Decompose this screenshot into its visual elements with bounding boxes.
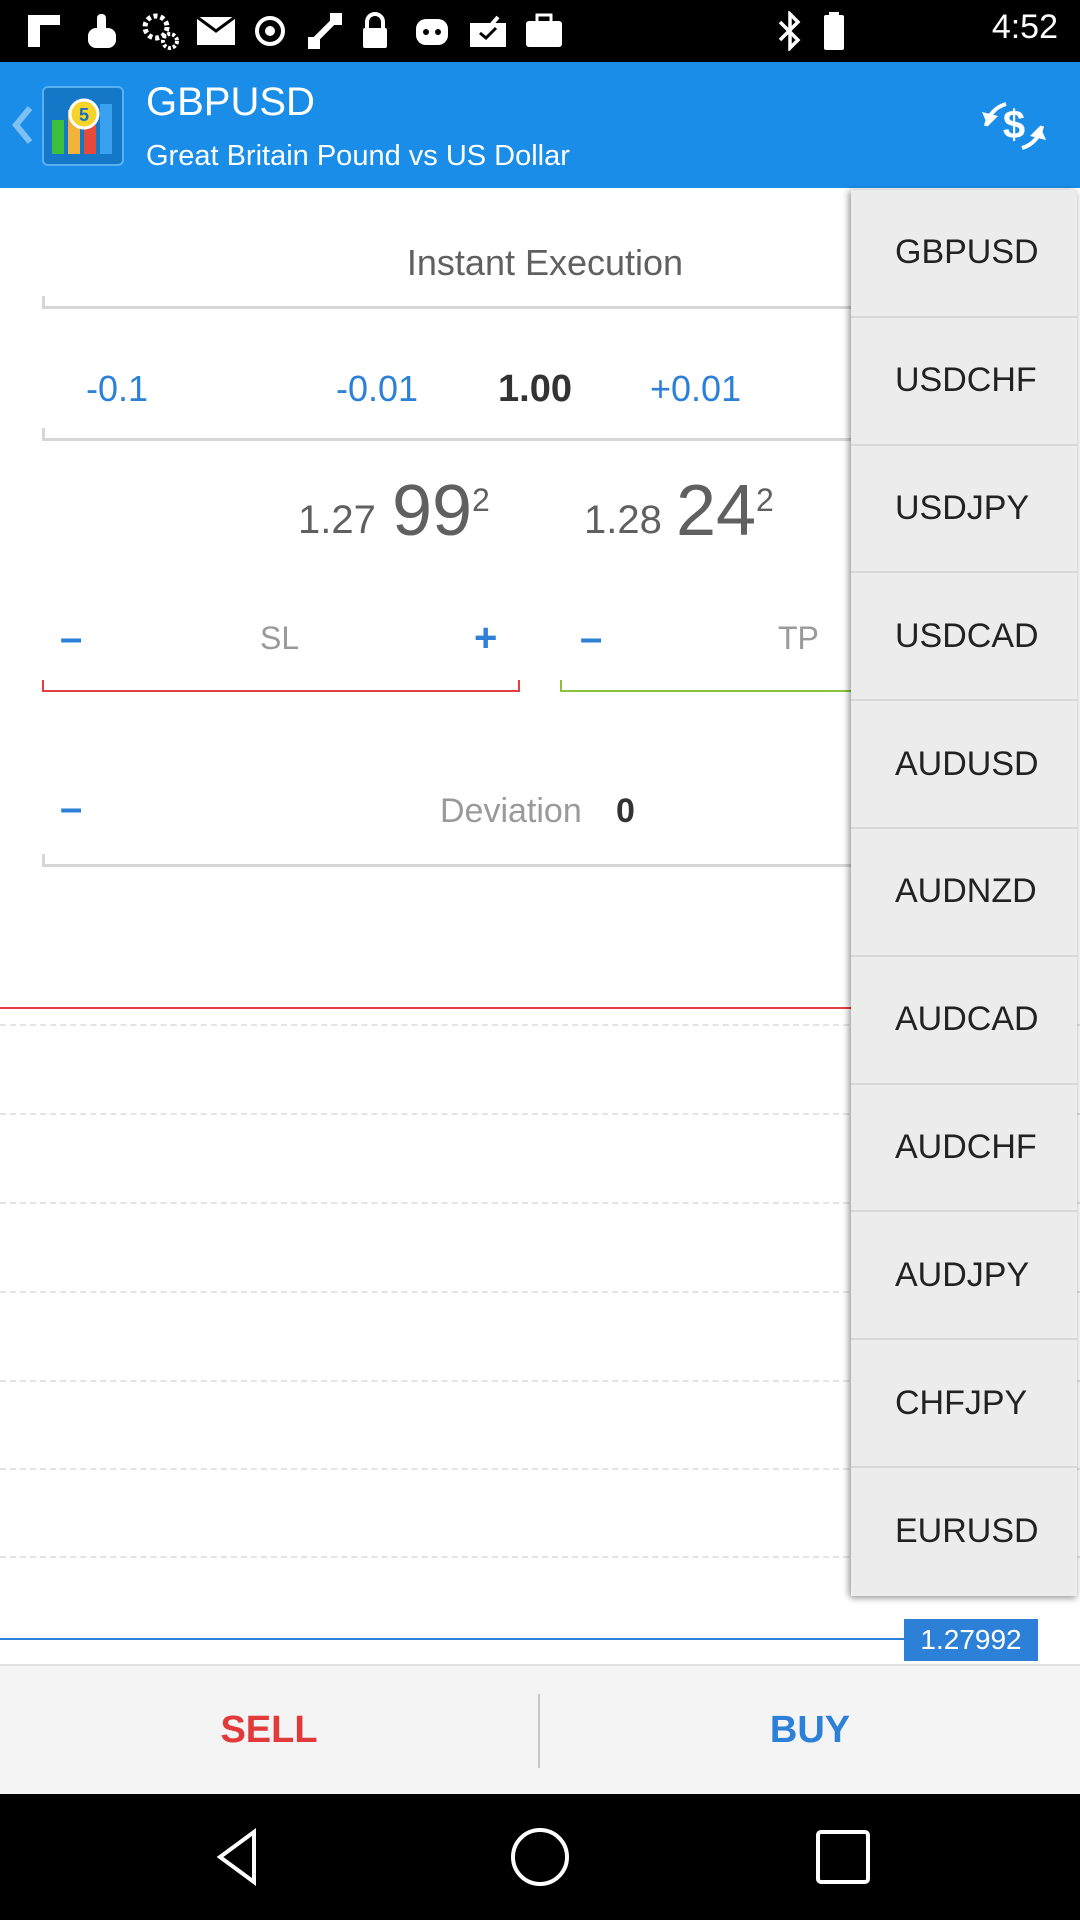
execution-mode-select[interactable]: Instant Execution [260, 242, 830, 284]
status-bar: 4:52 [0, 0, 1080, 62]
deviation-value[interactable]: 0 [616, 792, 635, 831]
tp-underline [560, 680, 860, 692]
svg-text:$: $ [1003, 103, 1025, 147]
checkbox-icon [468, 12, 508, 50]
home-icon[interactable] [507, 1824, 573, 1890]
symbol-option[interactable]: CHFJPY [851, 1340, 1077, 1468]
gear-icon [140, 12, 180, 50]
sl-underline [42, 680, 520, 692]
tp-minus-button[interactable]: – [580, 616, 602, 661]
symbol-option[interactable]: AUDCHF [851, 1085, 1077, 1213]
symbol-option[interactable]: USDJPY [851, 446, 1077, 574]
touch-icon [84, 12, 120, 50]
sell-button[interactable]: SELL [0, 1666, 538, 1794]
tp-input[interactable]: TP [778, 620, 819, 657]
ask-price-prefix: 1.28 [584, 498, 662, 542]
symbol-dropdown: GBPUSD USDCHF USDJPY USDCAD AUDUSD AUDNZ… [851, 190, 1077, 1596]
symbol-option[interactable]: AUDJPY [851, 1212, 1077, 1341]
deviation-minus-button[interactable]: – [60, 786, 82, 831]
volume-underline [42, 428, 862, 441]
currency-exchange-icon[interactable]: $ [978, 98, 1050, 154]
symbol-option[interactable]: USDCAD [851, 573, 1077, 702]
volume-plus-small-button[interactable]: +0.01 [650, 368, 741, 410]
mail-icon [196, 12, 236, 50]
briefcase-icon [524, 12, 564, 50]
symbol-option[interactable]: AUDUSD [851, 701, 1077, 829]
flipboard-icon [26, 12, 62, 50]
android-icon [412, 12, 452, 50]
deviation-label: Deviation [440, 792, 582, 830]
status-time: 4:52 [991, 8, 1058, 46]
lock-icon [360, 12, 390, 50]
ask-price-main: 24 [676, 471, 757, 551]
symbol-option[interactable]: EURUSD [851, 1468, 1077, 1596]
symbol-option[interactable]: GBPUSD [851, 190, 1077, 318]
svg-text:5: 5 [79, 105, 89, 125]
volume-minus-big-button[interactable]: -0.1 [86, 368, 148, 410]
sl-input[interactable]: SL [260, 620, 299, 657]
app-bar: 5 GBPUSD Great Britain Pound vs US Dolla… [0, 62, 1080, 188]
symbol-option[interactable]: USDCHF [851, 318, 1077, 446]
buy-button[interactable]: BUY [540, 1666, 1080, 1794]
volume-minus-small-button[interactable]: -0.01 [336, 368, 418, 410]
symbol-description: Great Britain Pound vs US Dollar [146, 140, 570, 172]
trade-bar: SELL BUY [0, 1664, 1080, 1794]
back-icon[interactable] [208, 1824, 274, 1890]
sl-minus-button[interactable]: – [60, 616, 82, 661]
bluetooth-icon [776, 11, 804, 51]
symbol-option[interactable]: AUDCAD [851, 957, 1077, 1085]
fake-gps-icon [304, 12, 348, 50]
chevron-left-icon[interactable] [8, 102, 38, 148]
volume-value[interactable]: 1.00 [498, 368, 572, 411]
deviation-underline [42, 854, 862, 867]
sl-plus-button[interactable]: + [474, 616, 497, 661]
symbol-option[interactable]: AUDNZD [851, 829, 1077, 957]
bid-price-main: 99 [392, 471, 473, 551]
symbol-title: GBPUSD [146, 80, 315, 124]
metatrader-logo-icon[interactable]: 5 [42, 86, 124, 166]
bid-price-suffix: 2 [472, 482, 490, 518]
recents-icon[interactable] [810, 1824, 876, 1890]
ask-price-suffix: 2 [756, 482, 774, 518]
execution-underline [42, 296, 862, 309]
bid-price-prefix: 1.27 [298, 498, 376, 542]
gps-icon [252, 12, 288, 50]
battery-icon [822, 12, 846, 50]
navigation-bar [0, 1794, 1080, 1920]
